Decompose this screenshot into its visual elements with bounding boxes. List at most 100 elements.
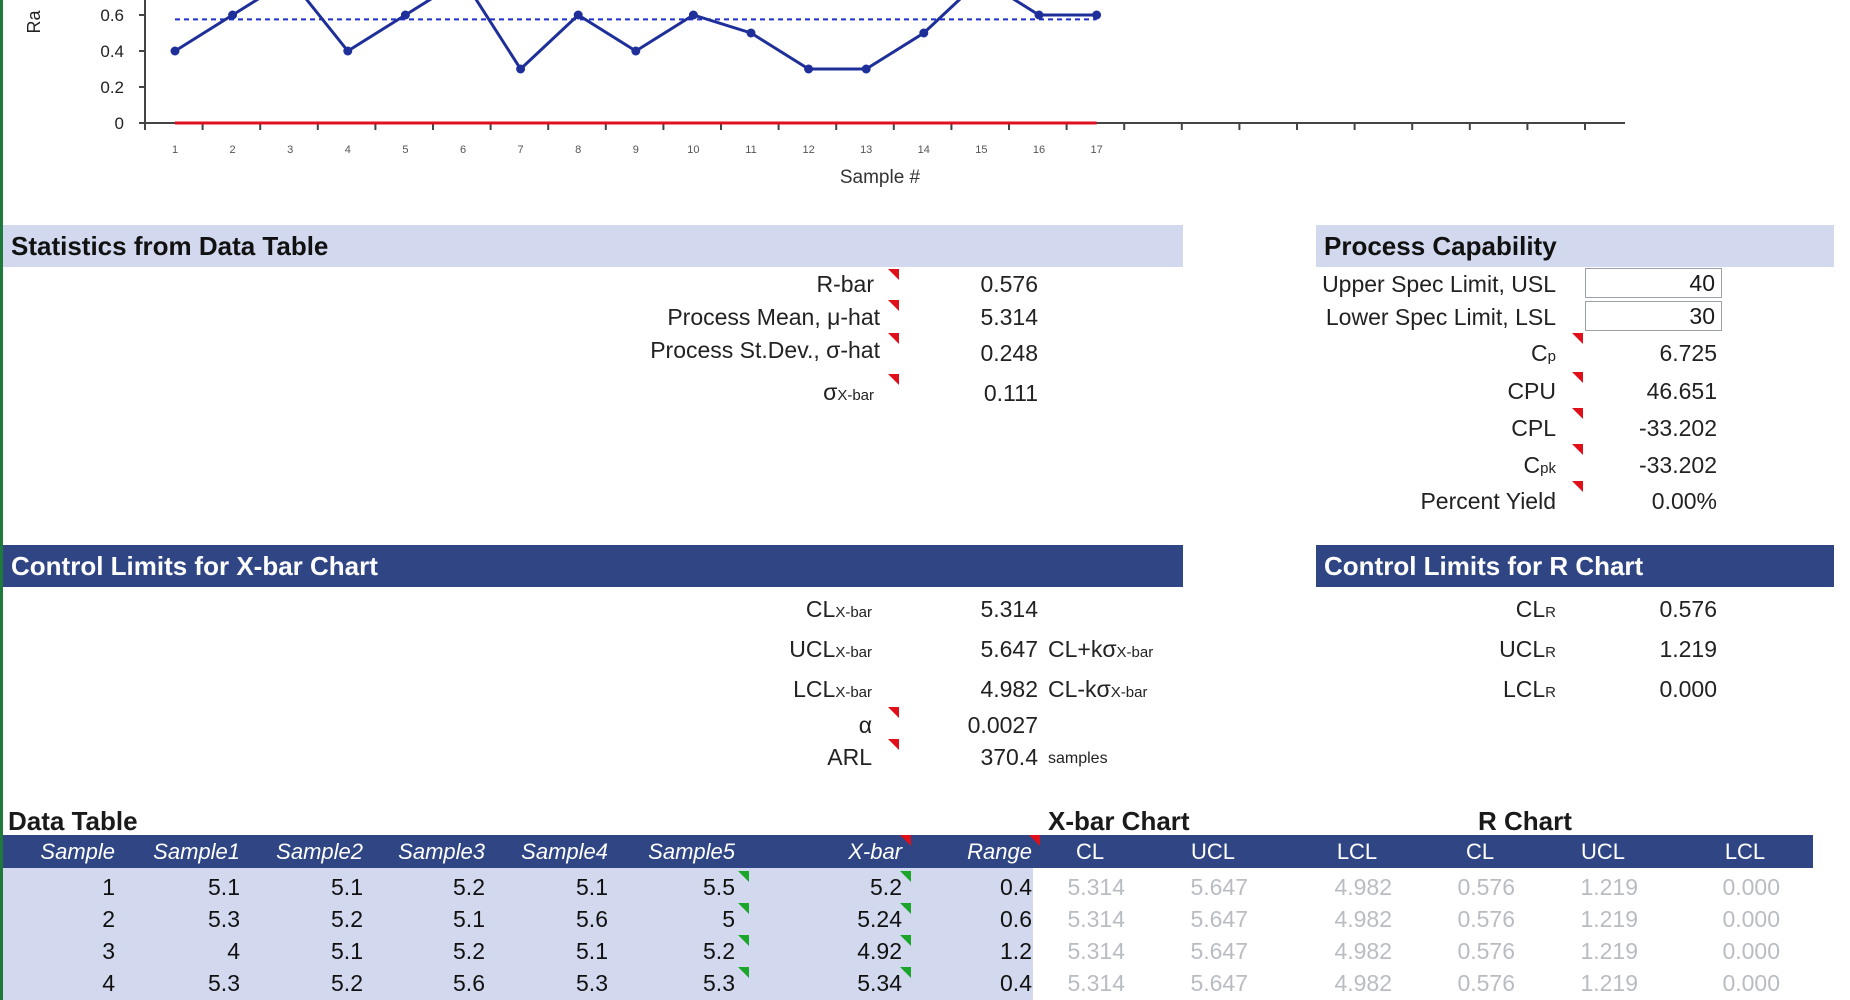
xbar-chart-title: X-bar Chart	[1048, 806, 1190, 836]
table-cell[interactable]: 5.1	[576, 938, 608, 965]
table-cell[interactable]: 1.219	[1580, 874, 1638, 901]
table-cell[interactable]: 5.2	[703, 938, 735, 965]
column-header[interactable]: X-bar	[848, 835, 902, 868]
table-cell[interactable]: 5.647	[1190, 938, 1248, 965]
table-cell[interactable]: 0.4	[1000, 874, 1032, 901]
comment-indicator[interactable]	[900, 903, 911, 914]
comment-indicator[interactable]	[738, 967, 749, 978]
column-header[interactable]: Sample3	[398, 835, 485, 868]
sample-number-cell[interactable]: 3	[102, 938, 115, 965]
lsl-input[interactable]: 30	[1585, 301, 1722, 331]
comment-indicator[interactable]	[1572, 408, 1583, 419]
column-header[interactable]: Sample1	[153, 835, 240, 868]
table-cell[interactable]: 5	[722, 906, 735, 933]
comment-indicator[interactable]	[888, 333, 899, 344]
sample-number-cell[interactable]: 4	[102, 970, 115, 997]
table-cell[interactable]: 5.2	[331, 970, 363, 997]
table-cell[interactable]: 5.2	[453, 874, 485, 901]
table-cell[interactable]: 0.000	[1722, 906, 1780, 933]
table-cell[interactable]: 4.982	[1334, 906, 1392, 933]
table-cell[interactable]: 0.576	[1457, 970, 1515, 997]
comment-indicator[interactable]	[900, 967, 911, 978]
comment-indicator[interactable]	[738, 871, 749, 882]
comment-indicator[interactable]	[888, 269, 899, 280]
table-cell[interactable]: 5.314	[1067, 970, 1125, 997]
table-cell[interactable]: 5.314	[1067, 874, 1125, 901]
ucl-r-value: 1.219	[1659, 636, 1717, 662]
table-cell[interactable]: 0.576	[1457, 906, 1515, 933]
table-cell[interactable]: 5.1	[331, 938, 363, 965]
process-mean-label: Process Mean, μ-hat	[667, 304, 880, 330]
comment-indicator[interactable]	[888, 739, 899, 750]
table-cell[interactable]: 5.314	[1067, 906, 1125, 933]
table-cell[interactable]: 5.3	[703, 970, 735, 997]
r-limits-header: Control Limits for R Chart	[1316, 545, 1834, 587]
column-header[interactable]: LCL	[1690, 835, 1800, 868]
table-cell[interactable]: 5.2	[870, 874, 902, 901]
table-cell[interactable]: 0.6	[1000, 906, 1032, 933]
table-cell[interactable]: 5.6	[453, 970, 485, 997]
column-header[interactable]: LCL	[1302, 835, 1412, 868]
table-cell[interactable]: 4.982	[1334, 938, 1392, 965]
table-cell[interactable]: 5.34	[857, 970, 902, 997]
table-cell[interactable]: 0.576	[1457, 874, 1515, 901]
table-cell[interactable]: 5.2	[331, 906, 363, 933]
comment-indicator[interactable]	[1572, 481, 1583, 492]
comment-indicator[interactable]	[1029, 835, 1040, 846]
comment-indicator[interactable]	[900, 871, 911, 882]
column-header[interactable]: Range	[967, 835, 1032, 868]
column-header[interactable]: Sample2	[276, 835, 363, 868]
sample-number-cell[interactable]: 2	[102, 906, 115, 933]
comment-indicator[interactable]	[1572, 333, 1583, 344]
table-cell[interactable]: 5.647	[1190, 906, 1248, 933]
table-cell[interactable]: 1.219	[1580, 938, 1638, 965]
table-cell[interactable]: 4.982	[1334, 874, 1392, 901]
table-cell[interactable]: 5.3	[576, 970, 608, 997]
table-cell[interactable]: 5.5	[703, 874, 735, 901]
comment-indicator[interactable]	[888, 300, 899, 311]
table-cell[interactable]: 0.4	[1000, 970, 1032, 997]
table-cell[interactable]: 0.576	[1457, 938, 1515, 965]
table-cell[interactable]: 1.2	[1000, 938, 1032, 965]
table-cell[interactable]: 0.000	[1722, 874, 1780, 901]
table-cell[interactable]: 4.92	[857, 938, 902, 965]
table-cell[interactable]: 5.1	[453, 906, 485, 933]
comment-indicator[interactable]	[738, 903, 749, 914]
table-cell[interactable]: 0.000	[1722, 938, 1780, 965]
comment-indicator[interactable]	[900, 835, 911, 846]
comment-indicator[interactable]	[888, 374, 899, 385]
table-cell[interactable]: 5.24	[857, 906, 902, 933]
lcl-xbar-label: LCLX-bar	[793, 676, 872, 702]
statistics-header: Statistics from Data Table	[3, 225, 1183, 267]
column-header[interactable]: Sample	[40, 835, 115, 868]
column-header[interactable]: CL	[1425, 835, 1535, 868]
column-header[interactable]: CL	[1035, 835, 1145, 868]
table-cell[interactable]: 5.2	[453, 938, 485, 965]
sample-number-cell[interactable]: 1	[102, 874, 115, 901]
table-cell[interactable]: 0.000	[1722, 970, 1780, 997]
comment-indicator[interactable]	[1572, 372, 1583, 383]
table-cell[interactable]: 5.647	[1190, 874, 1248, 901]
table-cell[interactable]: 5.6	[576, 906, 608, 933]
table-cell[interactable]: 1.219	[1580, 906, 1638, 933]
sigma-xbar-label: σX-bar	[823, 379, 874, 405]
usl-input[interactable]: 40	[1585, 268, 1722, 298]
table-cell[interactable]: 4	[227, 938, 240, 965]
column-header[interactable]: Sample4	[521, 835, 608, 868]
table-cell[interactable]: 1.219	[1580, 970, 1638, 997]
table-cell[interactable]: 5.1	[208, 874, 240, 901]
comment-indicator[interactable]	[900, 935, 911, 946]
comment-indicator[interactable]	[1572, 444, 1583, 455]
comment-indicator[interactable]	[738, 935, 749, 946]
table-cell[interactable]: 4.982	[1334, 970, 1392, 997]
table-cell[interactable]: 5.3	[208, 906, 240, 933]
table-cell[interactable]: 5.314	[1067, 938, 1125, 965]
comment-indicator[interactable]	[888, 707, 899, 718]
column-header[interactable]: UCL	[1548, 835, 1658, 868]
table-cell[interactable]: 5.3	[208, 970, 240, 997]
table-cell[interactable]: 5.1	[576, 874, 608, 901]
column-header[interactable]: UCL	[1158, 835, 1268, 868]
column-header[interactable]: Sample5	[648, 835, 735, 868]
table-cell[interactable]: 5.1	[331, 874, 363, 901]
table-cell[interactable]: 5.647	[1190, 970, 1248, 997]
